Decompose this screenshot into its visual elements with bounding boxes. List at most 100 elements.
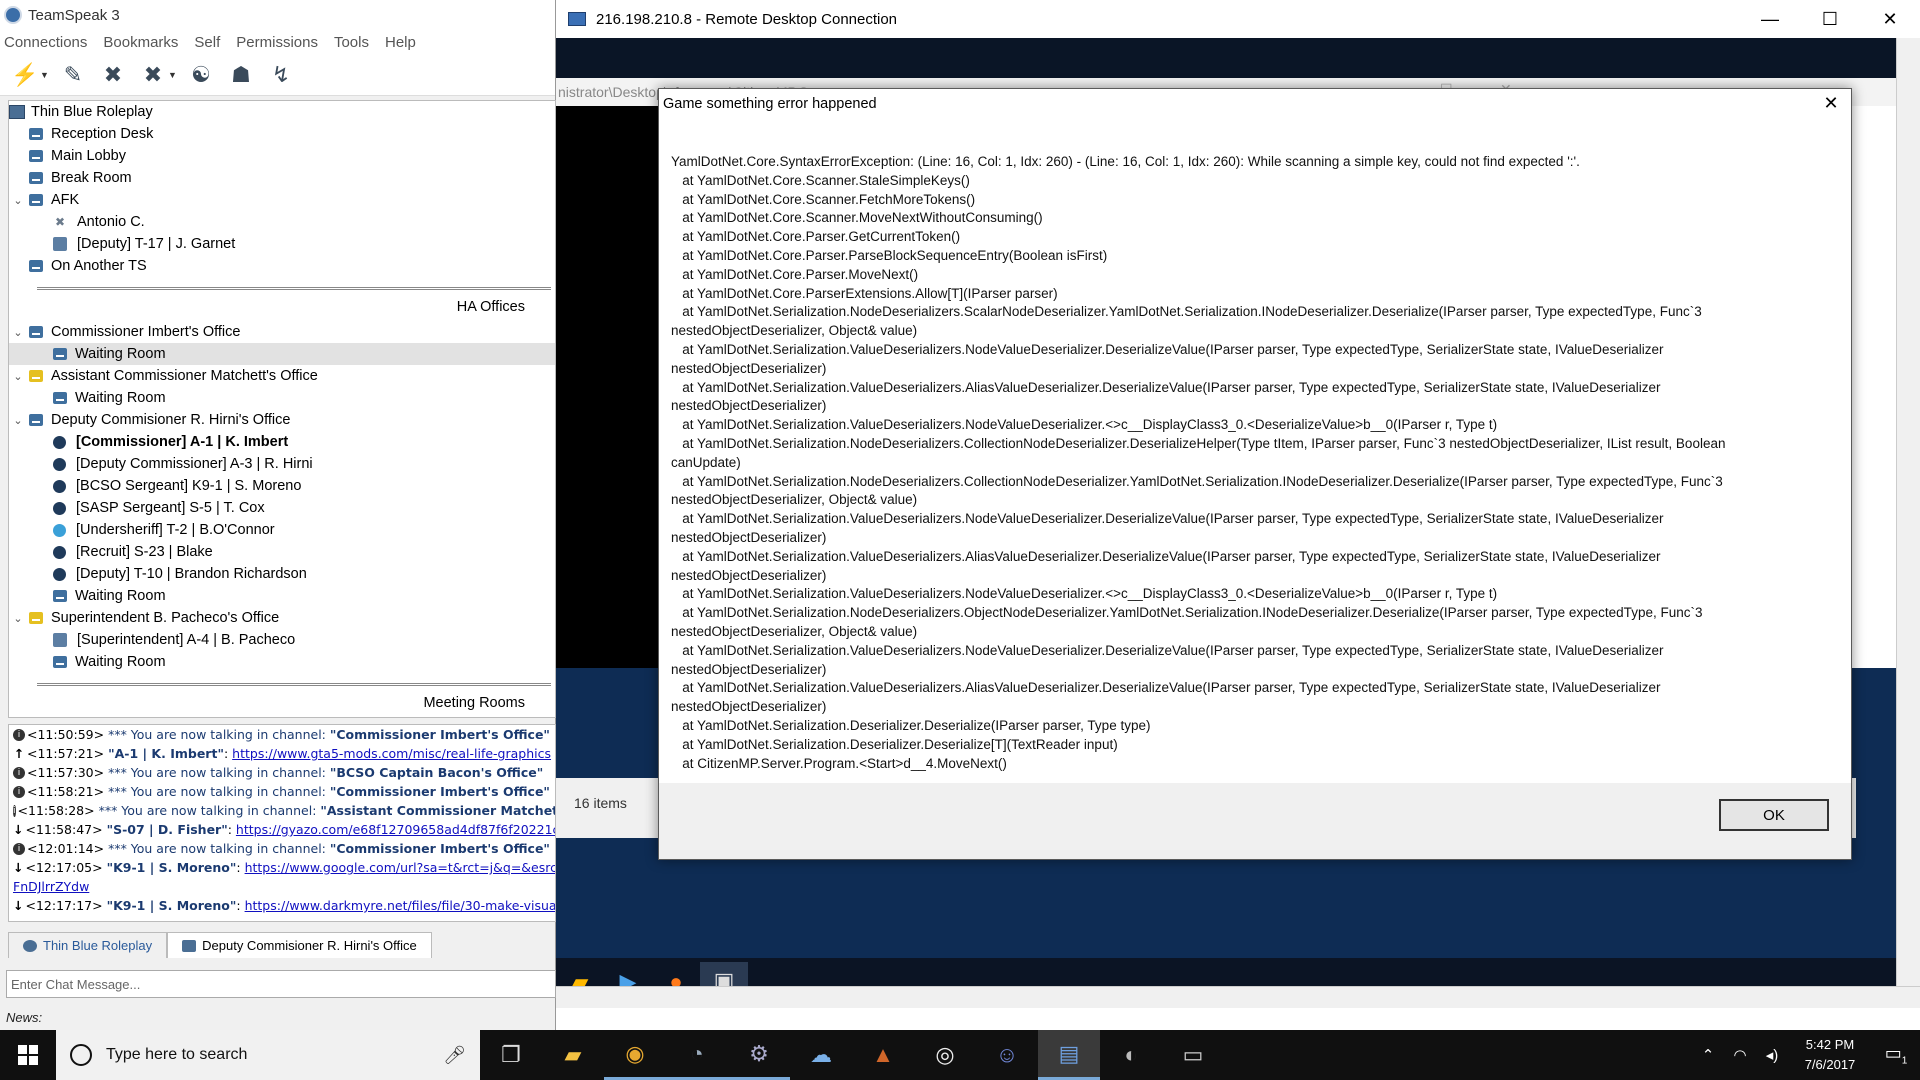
mute-speakers-icon[interactable]: ✖ [138, 60, 168, 90]
tab-server[interactable]: Thin Blue Roleplay [8, 932, 168, 958]
chevron-down-icon[interactable]: ⌄ [11, 370, 25, 383]
log-link[interactable]: https://www.gta5-mods.com/misc/real-life… [232, 746, 551, 761]
channel-name: Waiting Room [75, 390, 166, 406]
info-icon: i [13, 728, 25, 741]
chevron-down-icon[interactable]: ⌄ [11, 326, 25, 339]
log-link[interactable]: https://www.darkmyre.net/files/file/30-m… [245, 898, 555, 913]
log-link[interactable]: FnDJlrrZYdw [13, 879, 89, 894]
channel-row[interactable]: ⌄ AFK [9, 189, 555, 211]
menu-self[interactable]: Self [194, 34, 220, 51]
server-row[interactable]: Thin Blue Roleplay [9, 101, 555, 123]
menu-help[interactable]: Help [385, 34, 416, 51]
user-row[interactable]: [Deputy] T-17 | J. Garnet [9, 233, 555, 255]
connect-dropdown-icon[interactable]: ▼ [40, 70, 49, 80]
log-text: *** You are now talking in channel: [104, 765, 330, 780]
log-channel: "Assistant Commissioner Matchett's O [320, 803, 555, 818]
user-row[interactable]: [Deputy] T-10 | Brandon Richardson [9, 563, 555, 585]
user-row[interactable]: [Superintendent] A-4 | B. Pacheco [9, 629, 555, 651]
channel-row[interactable]: ⌄ Commissioner Imbert's Office [9, 321, 555, 343]
chevron-up-icon[interactable]: ⌃ [1692, 1046, 1724, 1064]
channel-row[interactable]: Break Room [9, 167, 555, 189]
user-row[interactable]: [SASP Sergeant] S-5 | T. Cox [9, 497, 555, 519]
log-text: : [236, 898, 245, 913]
user-row[interactable]: [Undersheriff] T-2 | B.O'Connor [9, 519, 555, 541]
rdp-title: 216.198.210.8 - Remote Desktop Connectio… [596, 10, 898, 28]
task-view-icon[interactable]: ❐ [480, 1030, 542, 1080]
user-row[interactable]: [Commissioner] A-1 | K. Imbert [9, 431, 555, 453]
teamspeak-icon[interactable]: ◔ [666, 1030, 728, 1080]
maximize-button[interactable]: ☐ [1800, 0, 1860, 38]
vertical-scrollbar[interactable] [1896, 38, 1920, 1008]
speakers-dropdown-icon[interactable]: ▼ [168, 70, 177, 80]
channel-row[interactable]: ⌄ Superintendent B. Pacheco's Office [9, 607, 555, 629]
clock[interactable]: 5:42 PM 7/6/2017 [1788, 1035, 1872, 1075]
microphone-icon[interactable]: 🎤︎ [443, 1045, 466, 1066]
steam-icon[interactable]: ⚙ [728, 1030, 790, 1080]
log-link[interactable]: https://gyazo.com/e68f12709658ad4df87f6f… [236, 822, 555, 837]
info-icon: i [13, 842, 25, 855]
away-icon[interactable]: ☯ [186, 60, 216, 90]
close-button[interactable]: ✕ [1860, 0, 1920, 38]
error-line: YamlDotNet.Core.SyntaxErrorException: (L… [671, 154, 1580, 169]
subscribe-icon[interactable]: ↯ [266, 60, 296, 90]
chat-log: i <11:50:59> *** You are now talking in … [8, 724, 556, 922]
chevron-down-icon[interactable]: ⌄ [11, 414, 25, 427]
uplay-icon[interactable]: ◎ [914, 1030, 976, 1080]
wifi-icon[interactable]: ◠ [1724, 1046, 1756, 1064]
user-row[interactable]: [Deputy Commissioner] A-3 | R. Hirni [9, 453, 555, 475]
spacer-ha-offices[interactable]: HA Offices [9, 299, 555, 321]
minimize-button[interactable]: — [1740, 0, 1800, 38]
user-row[interactable]: [Recruit] S-23 | Blake [9, 541, 555, 563]
spacer-divider [9, 673, 555, 695]
spacer-meeting-rooms[interactable]: Meeting Rooms [9, 695, 555, 717]
discord-icon[interactable]: ☺ [976, 1030, 1038, 1080]
volume-icon[interactable]: ◂) [1756, 1046, 1788, 1064]
menu-connections[interactable]: Connections [4, 34, 87, 51]
user-row[interactable]: ✖ Antonio C. [9, 211, 555, 233]
channel-name: Main Lobby [51, 148, 126, 164]
channel-row[interactable]: Waiting Room [9, 387, 555, 409]
tab-channel[interactable]: Deputy Commisioner R. Hirni's Office [167, 932, 432, 958]
game-icon[interactable]: ▲ [852, 1030, 914, 1080]
media-icon[interactable]: ◐ [1100, 1030, 1162, 1080]
cloud-app-icon[interactable]: ☁ [790, 1030, 852, 1080]
remote-desktop-icon[interactable]: ▤ [1038, 1030, 1100, 1080]
channel-row[interactable]: On Another TS [9, 255, 555, 277]
channel-row[interactable]: Reception Desk [9, 123, 555, 145]
menu-tools[interactable]: Tools [334, 34, 369, 51]
file-explorer-icon[interactable]: ▰ [542, 1030, 604, 1080]
ok-button[interactable]: OK [1719, 799, 1829, 831]
log-link[interactable]: https://www.google.com/url?sa=t&rct=j&q=… [245, 860, 555, 875]
channel-row-selected[interactable]: Waiting Room [9, 343, 555, 365]
search-box[interactable]: Type here to search 🎤︎ [56, 1030, 480, 1080]
chrome-icon[interactable]: ◉ [604, 1030, 666, 1080]
menu-bookmarks[interactable]: Bookmarks [103, 34, 178, 51]
chevron-down-icon[interactable]: ⌄ [11, 612, 25, 625]
channel-row[interactable]: ⌄ Assistant Commissioner Matchett's Offi… [9, 365, 555, 387]
notifications-icon[interactable]: ▭1 [1872, 1043, 1920, 1067]
close-icon[interactable]: ✕ [1819, 93, 1843, 115]
mute-microphone-icon[interactable]: ✖ [98, 60, 128, 90]
connect-icon[interactable]: ⚡ [10, 60, 40, 90]
monitor-icon[interactable]: ▭ [1162, 1030, 1224, 1080]
user-talking-icon [53, 523, 66, 537]
menu-permissions[interactable]: Permissions [236, 34, 318, 51]
error-line: nestedObjectDeserializer) [671, 398, 827, 414]
horizontal-scrollbar[interactable] [556, 986, 1920, 1008]
channel-row[interactable]: Main Lobby [9, 145, 555, 167]
log-text: *** You are now talking in channel: [104, 727, 330, 742]
start-button[interactable] [0, 1030, 56, 1080]
channel-row[interactable]: Waiting Room [9, 651, 555, 673]
chevron-down-icon[interactable]: ⌄ [11, 194, 25, 207]
chat-input[interactable]: Enter Chat Message... [6, 970, 556, 998]
user-row[interactable]: [BCSO Sergeant] K9-1 | S. Moreno [9, 475, 555, 497]
log-channel: "Commissioner Imbert's Office" [329, 784, 550, 799]
channel-row[interactable]: ⌄ Deputy Commisioner R. Hirni's Office [9, 409, 555, 431]
disconnect-icon[interactable]: ✎ [58, 60, 88, 90]
log-text: *** You are now talking in channel: [104, 841, 330, 856]
user-name: [BCSO Sergeant] K9-1 | S. Moreno [76, 478, 302, 494]
spacer-divider [9, 277, 555, 299]
error-message: YamlDotNet.Core.SyntaxErrorException: (L… [671, 153, 1831, 773]
contacts-icon[interactable]: ☗ [226, 60, 256, 90]
channel-row[interactable]: Waiting Room [9, 585, 555, 607]
